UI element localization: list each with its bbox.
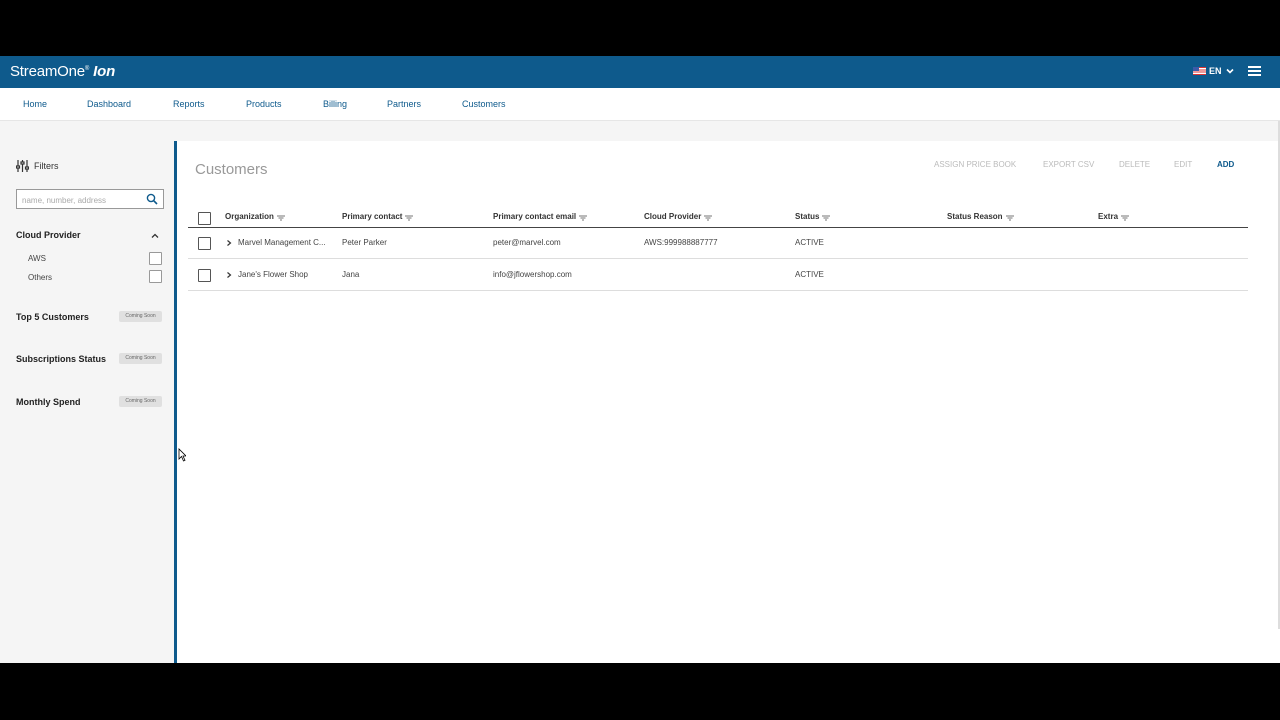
sort-icon	[822, 215, 831, 221]
delete-button[interactable]: DELETE	[1119, 160, 1150, 169]
chevron-up-icon[interactable]	[150, 231, 160, 241]
page-title: Customers	[195, 161, 268, 178]
subscriptions-status-title[interactable]: Subscriptions Status	[16, 354, 106, 364]
column-header-status-reason[interactable]: Status Reason	[947, 212, 1014, 221]
coming-soon-badge: Coming Soon	[119, 396, 162, 407]
sort-icon	[1121, 215, 1130, 221]
filters-header[interactable]: Filters	[16, 160, 59, 172]
main-nav: Home Dashboard Reports Products Billing …	[0, 88, 1280, 121]
brand-sub: Ion	[93, 63, 116, 80]
column-header-extra[interactable]: Extra	[1098, 212, 1130, 221]
coming-soon-badge: Coming Soon	[119, 311, 162, 322]
column-header-cloud-provider[interactable]: Cloud Provider	[644, 212, 713, 221]
cell-cloud-provider: AWS:999988887777	[644, 238, 718, 247]
language-label: EN	[1209, 66, 1222, 76]
us-flag-icon	[1193, 67, 1206, 75]
brand-main: StreamOne	[10, 63, 85, 80]
sort-icon	[704, 215, 713, 221]
sort-icon	[405, 215, 414, 221]
cell-primary-contact: Jana	[342, 270, 360, 279]
search-icon[interactable]	[146, 193, 158, 205]
cell-organization[interactable]: Marvel Management C...	[238, 238, 326, 247]
cloud-option-aws-checkbox[interactable]	[149, 252, 162, 265]
column-header-organization[interactable]: Organization	[225, 212, 285, 221]
nav-partners[interactable]: Partners	[387, 99, 421, 109]
brand-logo[interactable]: StreamOne® Ion	[10, 63, 115, 80]
top5-customers-title[interactable]: Top 5 Customers	[16, 312, 89, 322]
nav-customers[interactable]: Customers	[462, 99, 506, 109]
row-divider	[188, 290, 1248, 291]
column-header-primary-contact-email[interactable]: Primary contact email	[493, 212, 588, 221]
brand-registered: ®	[84, 66, 90, 72]
column-header-primary-contact[interactable]: Primary contact	[342, 212, 414, 221]
sort-icon	[1005, 215, 1014, 221]
cell-primary-contact: Peter Parker	[342, 238, 387, 247]
edit-button[interactable]: EDIT	[1174, 160, 1192, 169]
language-selector[interactable]: EN	[1193, 66, 1235, 76]
search-field[interactable]	[16, 189, 164, 210]
cell-status: ACTIVE	[795, 238, 824, 247]
cloud-provider-title[interactable]: Cloud Provider	[16, 230, 81, 240]
coming-soon-badge: Coming Soon	[119, 353, 162, 364]
cloud-option-others-label: Others	[28, 273, 53, 282]
chevron-right-icon[interactable]	[225, 271, 233, 279]
customers-panel: Customers ASSIGN PRICE BOOK EXPORT CSV D…	[177, 141, 1280, 663]
sliders-icon	[16, 160, 29, 172]
top-bar: StreamOne® Ion EN	[0, 56, 1280, 88]
row-divider	[188, 258, 1248, 259]
nav-billing[interactable]: Billing	[323, 99, 347, 109]
sort-icon	[579, 215, 588, 221]
cell-email: info@jflowershop.com	[493, 270, 572, 279]
cloud-option-aws-label: AWS	[28, 254, 46, 263]
nav-dashboard[interactable]: Dashboard	[87, 99, 131, 109]
chevron-down-icon	[1225, 68, 1234, 74]
cell-organization[interactable]: Jane's Flower Shop	[238, 270, 308, 279]
select-all-checkbox[interactable]	[198, 212, 211, 225]
hamburger-menu-icon[interactable]	[1248, 66, 1261, 78]
app-screen: StreamOne® Ion EN Home Dashboard Reports …	[0, 56, 1280, 663]
row-checkbox[interactable]	[198, 269, 211, 282]
chevron-right-icon[interactable]	[225, 239, 233, 247]
nav-home[interactable]: Home	[23, 99, 47, 109]
table-header-divider	[188, 227, 1248, 228]
cell-email: peter@marvel.com	[493, 238, 561, 247]
export-csv-button[interactable]: EXPORT CSV	[1043, 160, 1094, 169]
search-input[interactable]	[17, 191, 137, 210]
filter-sidebar: Filters Cloud Provider AWS Others Top 5 …	[0, 141, 174, 663]
filters-label: Filters	[34, 161, 59, 171]
row-checkbox[interactable]	[198, 237, 211, 250]
monthly-spend-title[interactable]: Monthly Spend	[16, 397, 81, 407]
nav-reports[interactable]: Reports	[173, 99, 205, 109]
cell-status: ACTIVE	[795, 270, 824, 279]
sort-icon	[276, 215, 285, 221]
nav-products[interactable]: Products	[246, 99, 282, 109]
assign-price-book-button[interactable]: ASSIGN PRICE BOOK	[934, 160, 1016, 169]
mouse-cursor-icon	[178, 448, 186, 462]
cloud-option-others-checkbox[interactable]	[149, 270, 162, 283]
column-header-status[interactable]: Status	[795, 212, 831, 221]
add-button[interactable]: ADD	[1217, 160, 1234, 169]
